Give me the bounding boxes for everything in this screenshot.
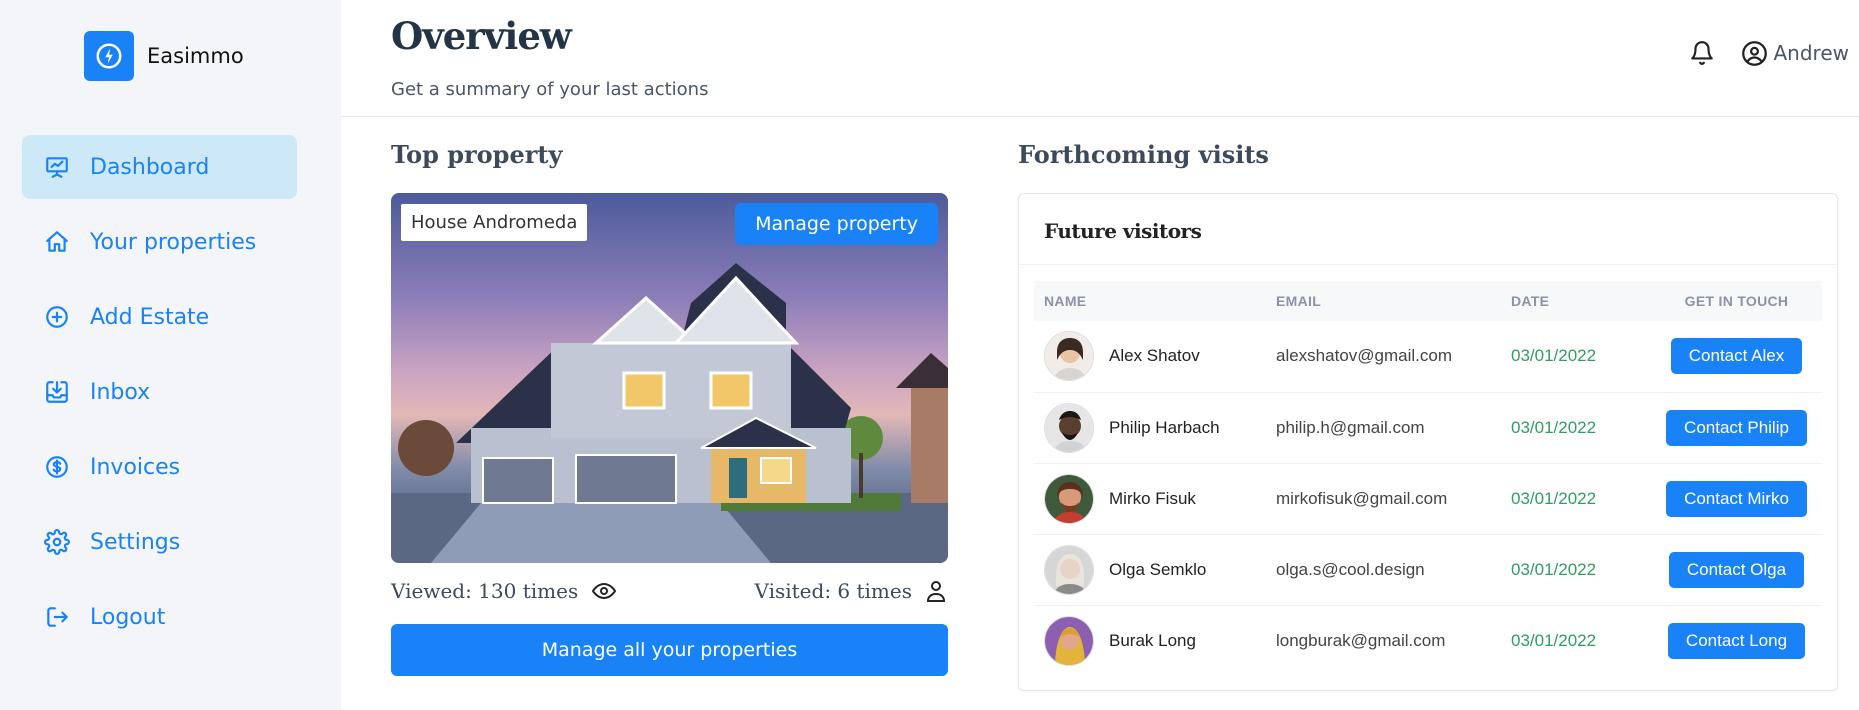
viewed-stat: Viewed: 130 times — [391, 579, 618, 603]
contact-button[interactable]: Contact Olga — [1668, 551, 1805, 588]
sidebar-item-invoices[interactable]: Invoices — [22, 435, 297, 499]
visitor-email: mirkofisuk@gmail.com — [1266, 463, 1501, 535]
card-title: Future visitors — [1044, 219, 1202, 243]
sidebar-item-label: Settings — [90, 529, 181, 555]
top-property-title: Top property — [391, 140, 563, 169]
contact-button[interactable]: Contact Alex — [1670, 338, 1803, 375]
bell-icon[interactable] — [1687, 38, 1717, 68]
table-row: Mirko Fisuk mirkofisuk@gmail.com 03/01/2… — [1034, 463, 1822, 535]
viewed-count: Viewed: 130 times — [391, 579, 579, 603]
manage-property-button[interactable]: Manage property — [735, 203, 938, 245]
plus-circle-icon — [44, 304, 70, 330]
contact-button[interactable]: Contact Mirko — [1666, 480, 1807, 517]
table-header-row: NAME EMAIL DATE GET IN TOUCH — [1034, 281, 1822, 321]
visit-date: 03/01/2022 — [1501, 321, 1651, 393]
chart-board-icon — [44, 154, 70, 180]
visit-date: 03/01/2022 — [1501, 392, 1651, 464]
inbox-icon — [44, 379, 70, 405]
card-divider — [1019, 264, 1837, 265]
gear-icon — [44, 529, 70, 555]
home-icon — [44, 229, 70, 255]
header-actions: Andrew — [1687, 38, 1850, 68]
avatar — [1044, 544, 1094, 595]
avatar — [1044, 402, 1094, 453]
sidebar-item-label: Your properties — [90, 229, 257, 255]
bolt-logo-icon — [84, 31, 134, 81]
visitor-name: Mirko Fisuk — [1109, 488, 1196, 508]
visitor-email: philip.h@gmail.com — [1266, 392, 1501, 464]
user-circle-icon — [1741, 40, 1768, 67]
visitors-table: NAME EMAIL DATE GET IN TOUCH Alex Shatov… — [1034, 281, 1822, 676]
sidebar-item-settings[interactable]: Settings — [22, 510, 297, 574]
house-image — [391, 263, 948, 563]
sidebar-item-your-properties[interactable]: Your properties — [22, 210, 297, 274]
visited-count: Visited: 6 times — [754, 579, 913, 603]
visitor-name: Philip Harbach — [1109, 417, 1220, 437]
avatar — [1044, 473, 1094, 524]
forthcoming-visits-title: Forthcoming visits — [1018, 140, 1269, 169]
sidebar-item-inbox[interactable]: Inbox — [22, 360, 297, 424]
table-row: Burak Long longburak@gmail.com 03/01/202… — [1034, 605, 1822, 676]
property-card[interactable]: House Andromeda Manage property — [391, 193, 948, 563]
visit-date: 03/01/2022 — [1511, 630, 1597, 650]
sidebar: Easimmo Dashboard Your properties Add Es… — [0, 0, 341, 710]
header: Overview Get a summary of your last acti… — [341, 0, 1859, 117]
column-header-get-in-touch: GET IN TOUCH — [1684, 293, 1789, 309]
avatar — [1044, 331, 1094, 382]
page-title: Overview — [391, 14, 572, 58]
manage-all-properties-button[interactable]: Manage all your properties — [391, 624, 948, 676]
avatar — [1044, 615, 1094, 666]
property-name-label: House Andromeda — [401, 204, 588, 241]
visit-date: 03/01/2022 — [1501, 534, 1651, 606]
visitor-email: longburak@gmail.com — [1276, 630, 1446, 650]
page-subtitle: Get a summary of your last actions — [391, 79, 709, 100]
column-header-name: NAME — [1044, 293, 1087, 309]
logout-icon — [44, 604, 70, 630]
sidebar-item-label: Dashboard — [90, 154, 210, 180]
visitor-email: alexshatov@gmail.com — [1266, 321, 1501, 393]
property-stats: Viewed: 130 times Visited: 6 times — [391, 577, 948, 605]
sidebar-item-label: Invoices — [90, 454, 181, 480]
contact-button[interactable]: Contact Long — [1667, 622, 1806, 659]
brand-name: Easimmo — [147, 44, 244, 68]
user-name: Andrew — [1773, 41, 1850, 65]
sidebar-item-label: Inbox — [90, 379, 151, 405]
sidebar-nav: Dashboard Your properties Add Estate Inb… — [22, 135, 297, 660]
table-row: Olga Semklo olga.s@cool.design 03/01/202… — [1034, 534, 1822, 606]
user-menu[interactable]: Andrew — [1741, 40, 1850, 67]
dollar-circle-icon — [44, 454, 70, 480]
sidebar-item-label: Add Estate — [90, 304, 210, 330]
column-header-email: EMAIL — [1276, 293, 1322, 309]
visit-date: 03/01/2022 — [1501, 463, 1651, 535]
visited-stat: Visited: 6 times — [755, 577, 949, 605]
visitor-name: Alex Shatov — [1109, 346, 1200, 366]
brand[interactable]: Easimmo — [84, 31, 244, 81]
table-row: Alex Shatov alexshatov@gmail.com 03/01/2… — [1034, 321, 1822, 393]
column-header-date: DATE — [1511, 293, 1550, 309]
visitor-name: Burak Long — [1109, 630, 1196, 650]
sidebar-item-dashboard[interactable]: Dashboard — [22, 135, 297, 199]
future-visitors-card: Future visitors NAME EMAIL DATE GET IN T… — [1018, 193, 1838, 691]
sidebar-item-label: Logout — [90, 604, 166, 630]
sidebar-item-add-estate[interactable]: Add Estate — [22, 285, 297, 349]
person-icon — [924, 577, 948, 605]
eye-icon — [590, 579, 618, 603]
sidebar-item-logout[interactable]: Logout — [22, 585, 297, 649]
visitor-name: Olga Semklo — [1109, 559, 1207, 579]
table-row: Philip Harbach philip.h@gmail.com 03/01/… — [1034, 392, 1822, 464]
contact-button[interactable]: Contact Philip — [1666, 409, 1807, 446]
visitor-email: olga.s@cool.design — [1266, 534, 1501, 606]
